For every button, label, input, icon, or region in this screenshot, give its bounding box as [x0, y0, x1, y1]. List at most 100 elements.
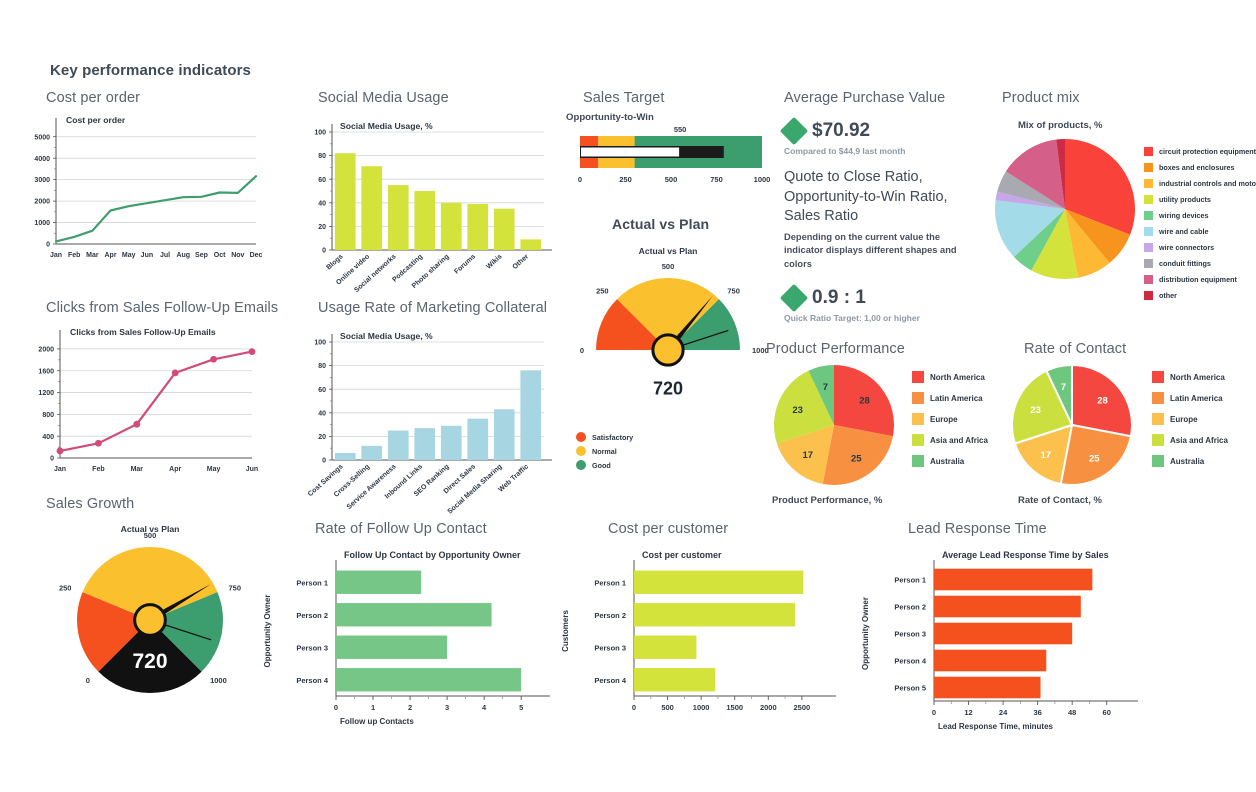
kpi-compare-text: Compared to $44,9 last month: [784, 146, 906, 156]
svg-text:Jun: Jun: [246, 466, 258, 473]
legend-swatch-icon: [1144, 291, 1153, 300]
svg-text:Person 2: Person 2: [594, 611, 626, 620]
svg-text:28: 28: [859, 395, 870, 406]
svg-text:23: 23: [792, 405, 803, 416]
svg-text:20: 20: [318, 224, 326, 231]
panel-title-product-performance: Product Performance: [766, 341, 905, 357]
svg-text:23: 23: [1030, 405, 1041, 416]
svg-text:Actual vs Plan: Actual vs Plan: [121, 524, 180, 534]
svg-text:60: 60: [318, 177, 326, 184]
svg-text:Person 4: Person 4: [594, 676, 627, 685]
legend-label: wiring devices: [1159, 211, 1209, 220]
panel-title-follow-up: Rate of Follow Up Contact: [315, 521, 487, 537]
chart-sales-target-bullet[interactable]: Opportunity-to-Win 550 0 250 500 750 1000: [566, 112, 776, 197]
chart-follow-up-contact[interactable]: 0 1 2 3 4 5 Person 1 Person 2 Person 3 Person 4 Fo…: [258, 538, 553, 728]
kpi-description: Depending on the current value the indic…: [784, 231, 957, 269]
svg-text:Social Media Usage, %: Social Media Usage, %: [340, 331, 433, 341]
svg-text:Sep: Sep: [195, 252, 208, 259]
panel-title-usage-rate: Usage Rate of Marketing Collateral: [318, 300, 548, 316]
svg-text:1200: 1200: [38, 390, 54, 397]
legend-item: Normal: [576, 446, 633, 456]
svg-text:Person 3: Person 3: [594, 643, 626, 652]
svg-text:Follow Up Contact by Opportuni: Follow Up Contact by Opportunity Owner: [344, 550, 521, 560]
svg-text:Average Lead Response Time by: Average Lead Response Time by Sales: [942, 550, 1109, 560]
svg-text:500: 500: [661, 703, 674, 712]
legend-swatch-icon: [1144, 211, 1153, 220]
svg-text:Blogs: Blogs: [325, 253, 344, 271]
svg-text:2000: 2000: [38, 347, 54, 354]
legend-item: Satisfactory: [576, 432, 633, 442]
svg-text:Dec: Dec: [250, 252, 263, 259]
dashboard-canvas: Key performance indicators Cost per orde…: [0, 0, 1256, 792]
legend-item: other: [1144, 291, 1256, 300]
svg-text:24: 24: [999, 708, 1008, 717]
legend-item: Europe: [912, 413, 988, 425]
svg-text:1000: 1000: [210, 676, 227, 685]
chart-clicks-line[interactable]: 0 400 800 1200 1600 2000 Jan Feb Mar Apr May Jun Cli…: [14, 320, 276, 475]
panel-title-sales-growth: Sales Growth: [46, 496, 135, 512]
svg-text:750: 750: [727, 287, 740, 296]
svg-text:12: 12: [964, 708, 972, 717]
chart-cost-per-order[interactable]: 0 1000 2000 3000 4000 5000 Jan Feb Mar Apr May Jun J…: [14, 108, 284, 259]
svg-text:Wikis: Wikis: [485, 253, 503, 270]
legend-label: Normal: [592, 446, 617, 456]
chart-product-mix-pie[interactable]: [993, 135, 1138, 285]
kpi-ratio-value: 0.9 : 1: [812, 287, 866, 309]
chart-social-media-usage[interactable]: 0 20 40 60 80 100 Blogs Online video Social netw…: [300, 110, 555, 294]
svg-text:Clicks from Sales Follow-Up Em: Clicks from Sales Follow-Up Emails: [70, 327, 216, 337]
panel-title-cost-per-order: Cost per order: [46, 90, 141, 106]
svg-text:Person 1: Person 1: [894, 576, 926, 585]
legend-label: Europe: [1170, 414, 1198, 424]
legend-label: Asia and Africa: [930, 435, 988, 445]
dashboard-title: Key performance indicators: [50, 62, 251, 79]
legend-item: North America: [1152, 371, 1228, 383]
chart-usage-rate[interactable]: 0 20 40 60 80 100 Cost Savings Cross-Selling Ser…: [300, 320, 555, 516]
legend-item: distribution equipment: [1144, 275, 1256, 284]
legend-item: Australia: [912, 455, 988, 467]
svg-text:250: 250: [596, 287, 609, 296]
svg-text:250: 250: [619, 175, 632, 184]
svg-text:1: 1: [371, 703, 375, 712]
legend-label: North America: [1170, 372, 1225, 382]
legend-item: wiring devices: [1144, 211, 1256, 220]
kpi-value-row: $70.92: [779, 116, 959, 146]
chart-sales-growth-gauge[interactable]: 0 250 500 750 1000 720 Actual vs Plan: [38, 520, 268, 710]
chart-product-performance-pie[interactable]: 28 25 17 23 7: [770, 362, 900, 490]
svg-text:100: 100: [314, 130, 326, 137]
legend-swatch-icon: [576, 446, 586, 456]
legend-item: boxes and enclosures: [1144, 163, 1256, 172]
legend-label: Europe: [930, 414, 958, 424]
chart-cost-per-customer[interactable]: 0 500 1000 1500 2000 2500 Person 1 Person 2 Pers…: [556, 538, 851, 728]
svg-text:Jan: Jan: [54, 466, 66, 473]
svg-text:0: 0: [322, 248, 326, 255]
legend-item: utility products: [1144, 195, 1256, 204]
legend-label: Australia: [1170, 456, 1205, 466]
legend-item: industrial controls and motors: [1144, 179, 1256, 188]
chart-lead-response-time[interactable]: 0 12 24 36 48 60 Person 1 Person 2 Person 3 Perso…: [856, 538, 1151, 731]
legend-swatch-icon: [912, 371, 924, 383]
svg-text:Customers: Customers: [561, 610, 570, 652]
svg-text:0: 0: [50, 456, 54, 463]
svg-text:Feb: Feb: [68, 252, 80, 259]
legend-label: Latin America: [1170, 393, 1223, 403]
legend-label: distribution equipment: [1159, 275, 1237, 284]
status-diamond-icon: [779, 283, 809, 313]
chart-rate-of-contact-pie[interactable]: 28 25 17 23 7: [1008, 362, 1138, 490]
legend-label: boxes and enclosures: [1159, 163, 1235, 172]
svg-text:Person 4: Person 4: [894, 657, 927, 666]
panel-title-lead-response: Lead Response Time: [908, 521, 1047, 537]
svg-text:Opportunity-to-Win: Opportunity-to-Win: [566, 112, 654, 123]
legend-label: conduit fittings: [1159, 259, 1211, 268]
svg-text:25: 25: [1089, 453, 1100, 464]
legend-item: Good: [576, 460, 633, 470]
svg-text:17: 17: [1041, 450, 1052, 461]
svg-text:17: 17: [803, 450, 814, 461]
chart-actual-vs-plan-gauge[interactable]: 0 250 500 750 1000 720 Actual vs Plan: [558, 240, 778, 420]
legend-swatch-icon: [1144, 147, 1153, 156]
kpi-heading: Quote to Close Ratio, Opportunity-to-Win…: [784, 169, 948, 225]
legend-label: other: [1159, 291, 1177, 300]
svg-text:500: 500: [665, 175, 678, 184]
legend-label: utility products: [1159, 195, 1211, 204]
legend-swatch-icon: [1144, 275, 1153, 284]
svg-text:Other: Other: [512, 253, 531, 271]
